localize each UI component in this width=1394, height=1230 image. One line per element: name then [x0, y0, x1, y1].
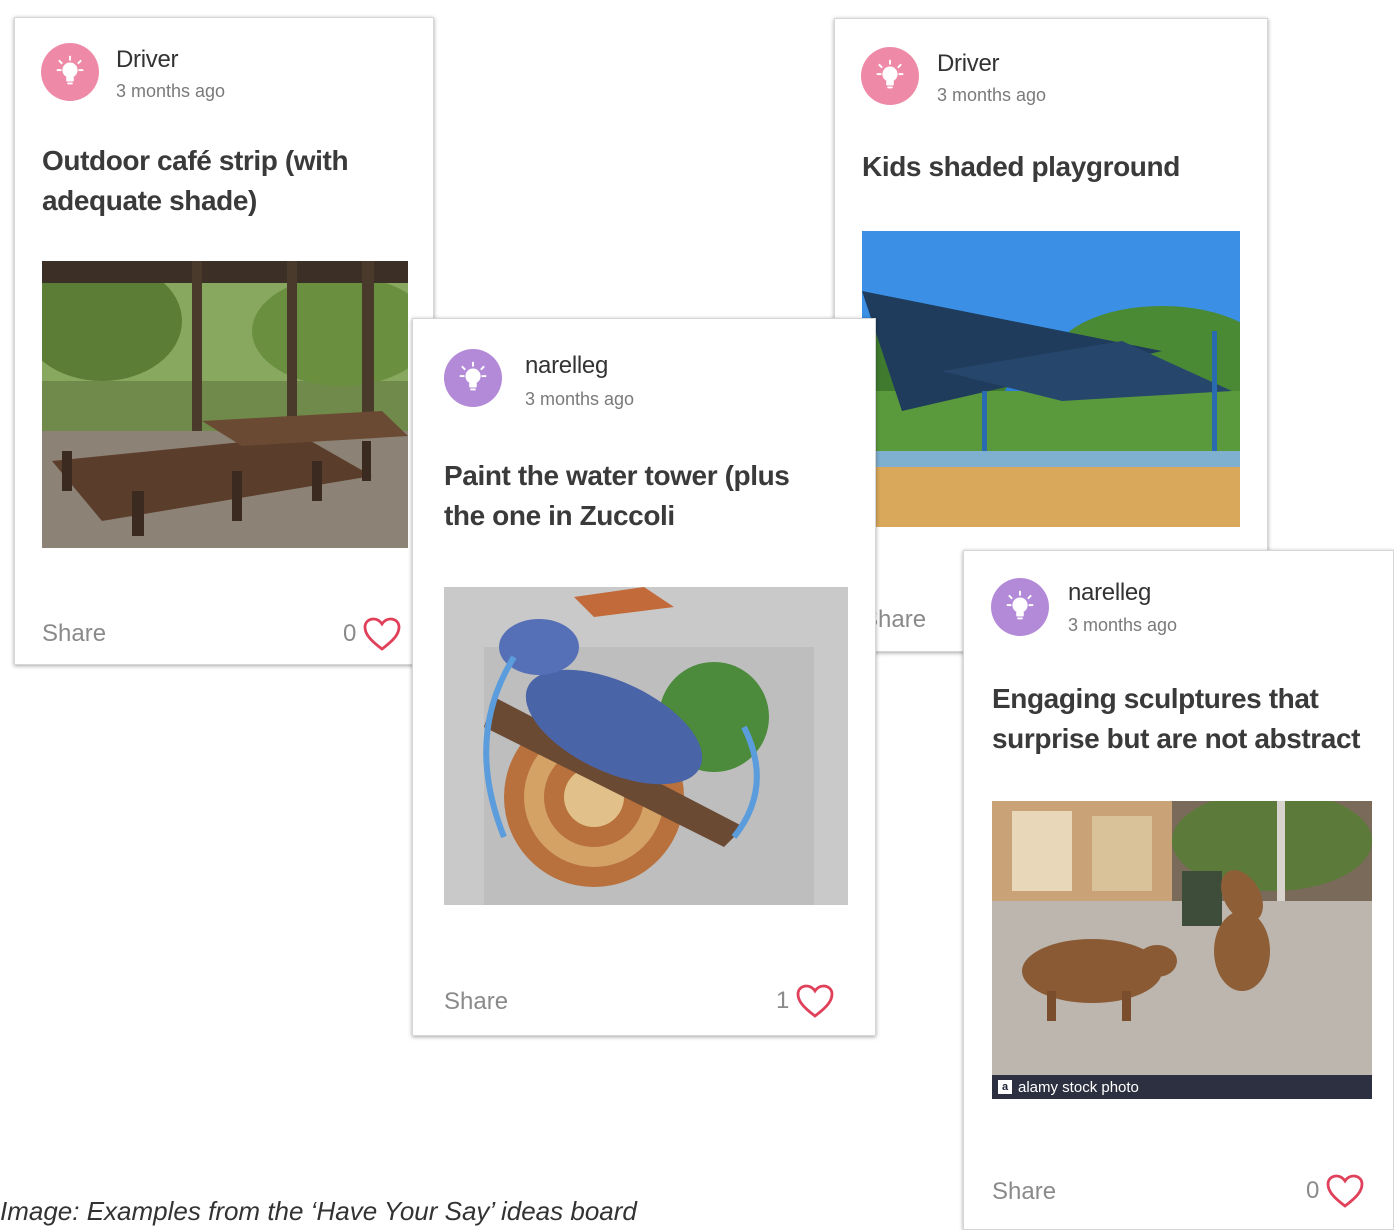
like-count: 1 — [776, 987, 790, 1014]
lightbulb-avatar-icon — [861, 47, 919, 105]
idea-title: Engaging sculptures that surprise but ar… — [992, 679, 1360, 759]
post-time: 3 months ago — [937, 85, 1047, 105]
author-name[interactable]: narelleg — [1068, 579, 1151, 607]
author-name[interactable]: Driver — [937, 50, 1000, 78]
pig-sculptures-photo: a alamy stock photo — [992, 801, 1372, 1099]
alamy-logo-icon: a — [998, 1080, 1012, 1094]
idea-title-line: surprise but are not abstract — [992, 723, 1361, 754]
figure-caption: Image: Examples from the ‘Have Your Say’… — [0, 1196, 637, 1226]
idea-title: Kids shaded playground — [862, 147, 1180, 187]
idea-card-water-tower[interactable]: narelleg 3 months ago Paint the water to… — [412, 318, 876, 1036]
lightbulb-avatar-icon — [41, 43, 99, 101]
watermark-text: alamy stock photo — [1018, 1078, 1139, 1096]
idea-title-line: the one in Zuccoli — [444, 500, 675, 531]
heart-icon[interactable] — [362, 616, 402, 652]
like-control[interactable]: 0 — [343, 616, 402, 652]
post-time: 3 months ago — [525, 389, 635, 409]
share-button[interactable]: Share — [42, 620, 106, 648]
author-name[interactable]: Driver — [116, 46, 179, 74]
like-count: 0 — [1306, 1177, 1320, 1204]
lightbulb-avatar-icon — [991, 578, 1049, 636]
post-time: 3 months ago — [116, 81, 226, 101]
like-control[interactable]: 0 — [1306, 1173, 1365, 1209]
idea-card-outdoor-cafe[interactable]: Driver 3 months ago Outdoor café strip (… — [14, 17, 434, 665]
heart-icon[interactable] — [1325, 1173, 1365, 1209]
share-button[interactable]: Share — [992, 1178, 1056, 1206]
post-time: 3 months ago — [1068, 615, 1178, 635]
share-button[interactable]: Share — [444, 988, 508, 1016]
idea-title-line: Outdoor café strip (with — [42, 145, 349, 176]
lightbulb-avatar-icon — [444, 349, 502, 407]
photo-watermark: a alamy stock photo — [992, 1075, 1372, 1099]
outdoor-cafe-photo — [42, 261, 408, 548]
idea-title: Outdoor café strip (with adequate shade) — [42, 141, 349, 221]
like-count: 0 — [343, 620, 357, 647]
idea-card-sculptures[interactable]: narelleg 3 months ago Engaging sculpture… — [963, 550, 1394, 1230]
heart-icon[interactable] — [795, 983, 835, 1019]
like-control[interactable]: 1 — [776, 983, 835, 1019]
idea-title-line: adequate shade) — [42, 185, 257, 216]
water-tower-mural-photo — [444, 587, 848, 905]
idea-title: Paint the water tower (plus the one in Z… — [444, 456, 790, 536]
idea-title-line: Kids shaded playground — [862, 151, 1180, 182]
shaded-playground-photo — [862, 231, 1240, 527]
author-name[interactable]: narelleg — [525, 352, 608, 380]
idea-title-line: Paint the water tower (plus — [444, 460, 790, 491]
idea-title-line: Engaging sculptures that — [992, 683, 1319, 714]
